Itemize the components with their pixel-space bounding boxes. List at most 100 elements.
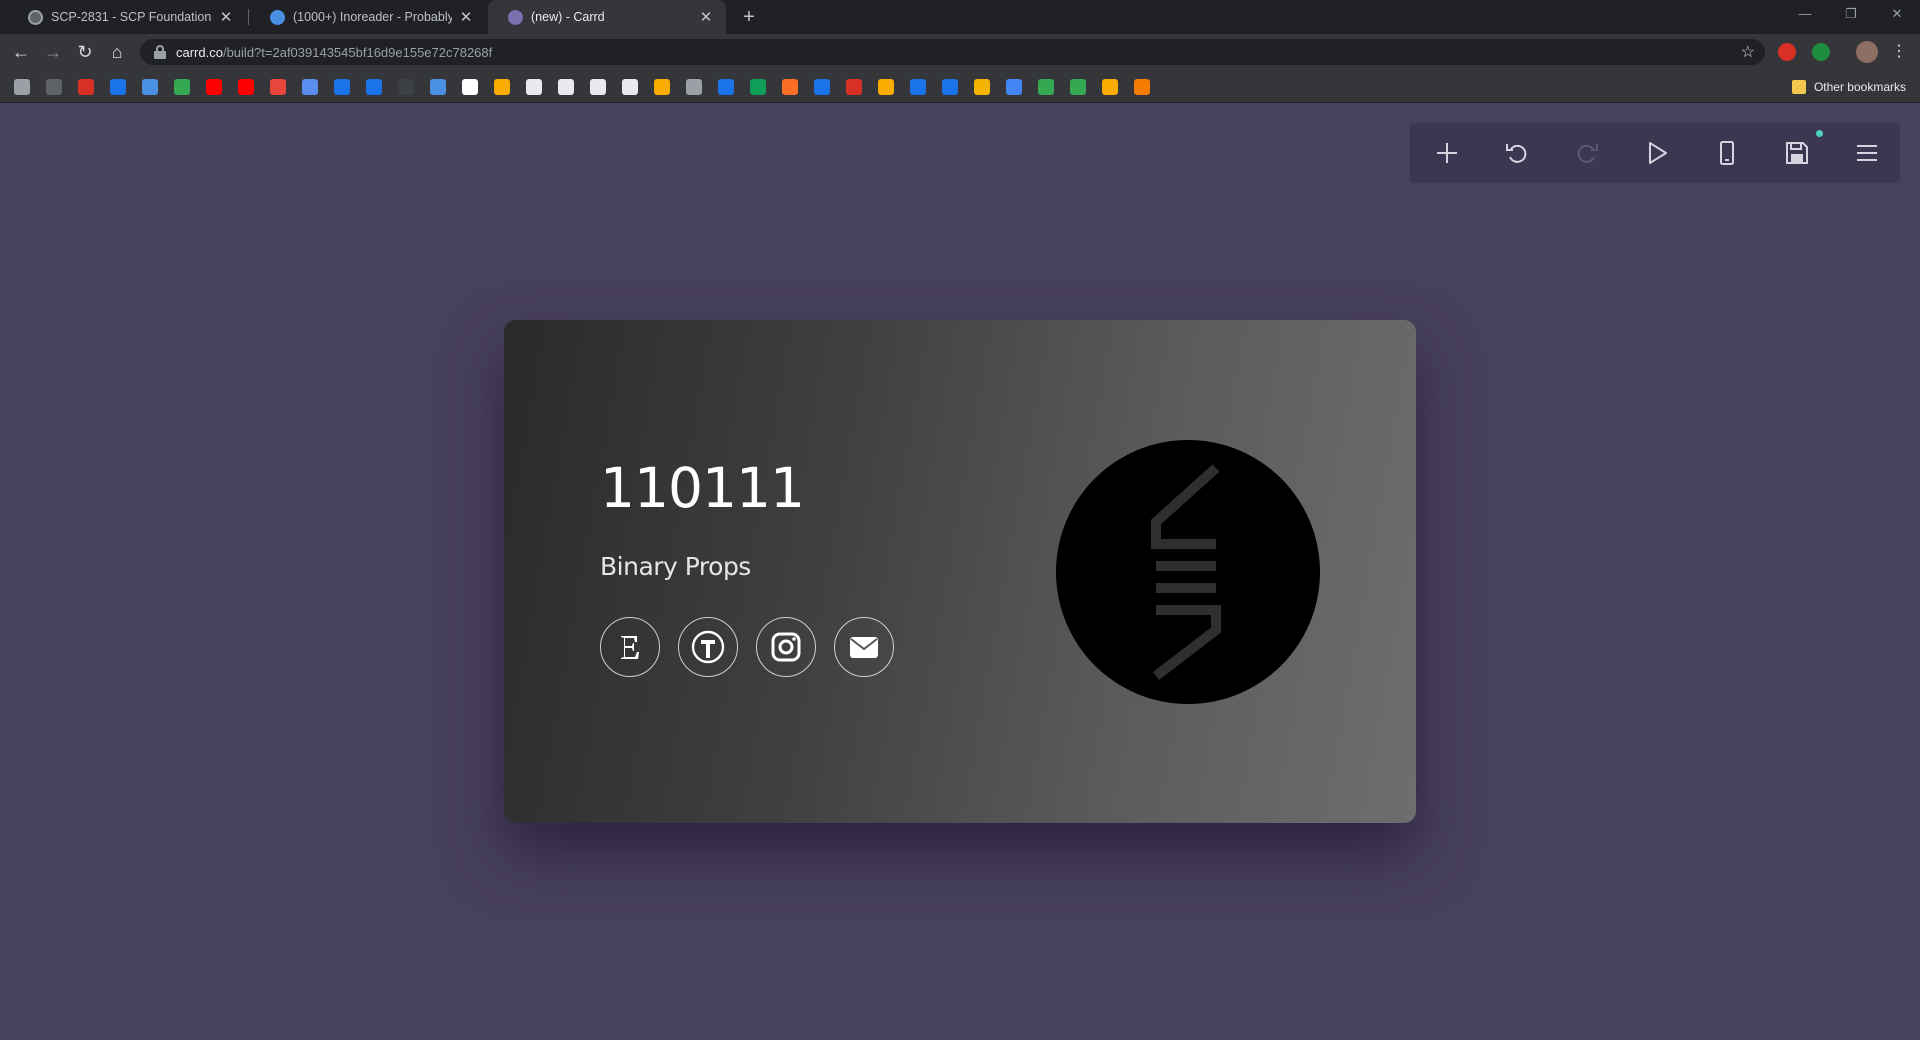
editor-toolbar — [1410, 123, 1900, 183]
bookmark-favicon-icon[interactable] — [1134, 79, 1150, 95]
bookmark-favicon-icon[interactable] — [1006, 79, 1022, 95]
bookmark-favicon-icon[interactable] — [526, 79, 542, 95]
url-text: carrd.co/build?t=2af039143545bf16d9e155e… — [176, 45, 492, 60]
browser-menu-button[interactable]: ⋮ — [1886, 39, 1912, 65]
phone-icon — [1720, 141, 1734, 165]
other-bookmarks-folder[interactable]: Other bookmarks — [1791, 70, 1906, 103]
binary-props-logo-icon — [1151, 464, 1221, 680]
back-button[interactable]: ← — [8, 39, 34, 65]
mobile-view-button[interactable] — [1710, 136, 1744, 170]
unsaved-indicator — [1816, 130, 1823, 137]
tab-strip: SCP-2831 - SCP Foundation ✕ (1000+) Inor… — [0, 0, 1920, 34]
folder-icon — [1791, 79, 1806, 94]
extension-green-icon[interactable] — [1812, 43, 1830, 61]
play-icon — [1649, 142, 1667, 164]
carrd-favicon-icon — [508, 9, 523, 25]
menu-button[interactable] — [1850, 136, 1884, 170]
avatar — [1056, 440, 1320, 704]
bookmark-favicon-icon[interactable] — [78, 79, 94, 95]
restore-button[interactable]: ❐ — [1828, 0, 1874, 30]
bookmark-favicon-icon[interactable] — [46, 79, 62, 95]
bookmark-favicon-icon[interactable] — [494, 79, 510, 95]
bookmark-favicon-icon[interactable] — [366, 79, 382, 95]
instagram-link[interactable] — [756, 617, 816, 677]
tab-scp[interactable]: SCP-2831 - SCP Foundation ✕ — [8, 0, 246, 34]
tumblr-link[interactable] — [678, 617, 738, 677]
bookmark-favicon-icon[interactable] — [910, 79, 926, 95]
redo-button[interactable] — [1570, 136, 1604, 170]
bookmark-favicon-icon[interactable] — [1038, 79, 1054, 95]
extension-adblock-icon[interactable] — [1778, 43, 1796, 61]
undo-icon — [1506, 144, 1527, 163]
browser-toolbar: ← → ↻ ⌂ carrd.co/build?t=2af039143545bf1… — [0, 34, 1920, 70]
bookmark-favicon-icon[interactable] — [814, 79, 830, 95]
tab-carrd[interactable]: (new) - Carrd ✕ — [488, 0, 726, 34]
url-path: /build?t=2af039143545bf16d9e155e72c78268… — [222, 44, 493, 60]
save-button[interactable] — [1780, 136, 1814, 170]
bookmark-favicon-icon[interactable] — [718, 79, 734, 95]
instagram-icon — [771, 632, 801, 662]
undo-button[interactable] — [1500, 136, 1534, 170]
etsy-icon — [621, 636, 639, 659]
bookmark-favicon-icon[interactable] — [334, 79, 350, 95]
inoreader-favicon-icon — [270, 9, 285, 25]
lock-icon[interactable] — [154, 45, 166, 59]
tab-inoreader[interactable]: (1000+) Inoreader - Probably Ba ✕ — [250, 0, 486, 34]
card-subtitle[interactable]: Binary Props — [600, 552, 751, 581]
bookmark-favicon-icon[interactable] — [878, 79, 894, 95]
bookmark-favicon-icon[interactable] — [206, 79, 222, 95]
bookmark-favicon-icon[interactable] — [270, 79, 286, 95]
bookmark-favicon-icon[interactable] — [974, 79, 990, 95]
profile-card[interactable]: 110111 Binary Props — [504, 320, 1416, 823]
bookmark-favicon-icon[interactable] — [110, 79, 126, 95]
bookmark-favicon-icon[interactable] — [750, 79, 766, 95]
bookmark-favicon-icon[interactable] — [622, 79, 638, 95]
bookmark-favicon-icon[interactable] — [462, 79, 478, 95]
reload-button[interactable]: ↻ — [72, 39, 98, 65]
close-tab-icon[interactable]: ✕ — [218, 8, 234, 26]
bookmark-favicon-icon[interactable] — [142, 79, 158, 95]
bookmark-favicon-icon[interactable] — [654, 79, 670, 95]
redo-icon — [1577, 144, 1598, 163]
url-host: carrd.co — [176, 44, 223, 60]
other-bookmarks-label: Other bookmarks — [1813, 79, 1906, 94]
bookmark-favicon-icon[interactable] — [174, 79, 190, 95]
card-title[interactable]: 110111 — [600, 456, 805, 520]
menu-icon — [1857, 145, 1877, 161]
add-element-button[interactable] — [1430, 136, 1464, 170]
email-icon — [850, 637, 878, 658]
minimize-button[interactable]: — — [1782, 0, 1828, 30]
bookmark-favicon-icon[interactable] — [846, 79, 862, 95]
email-link[interactable] — [834, 617, 894, 677]
forward-button[interactable]: → — [40, 39, 66, 65]
bookmark-favicon-icon[interactable] — [558, 79, 574, 95]
bookmark-favicon-icon[interactable] — [1070, 79, 1086, 95]
home-button[interactable]: ⌂ — [104, 39, 130, 65]
preview-button[interactable] — [1640, 136, 1674, 170]
bookmark-favicon-icon[interactable] — [942, 79, 958, 95]
bookmark-favicon-icon[interactable] — [238, 79, 254, 95]
bookmark-favicon-icon[interactable] — [302, 79, 318, 95]
bookmark-favicon-icon[interactable] — [430, 79, 446, 95]
new-tab-button[interactable]: + — [736, 4, 762, 30]
close-window-button[interactable]: ✕ — [1874, 0, 1920, 30]
bookmark-favicon-icon[interactable] — [1102, 79, 1118, 95]
bookmark-favicon-icon[interactable] — [590, 79, 606, 95]
close-tab-icon[interactable]: ✕ — [698, 8, 714, 26]
bookmark-star-icon[interactable]: ☆ — [1741, 42, 1755, 62]
save-icon — [1786, 142, 1808, 164]
etsy-link[interactable] — [600, 617, 660, 677]
address-bar[interactable]: carrd.co/build?t=2af039143545bf16d9e155e… — [140, 39, 1765, 65]
tab-title: (new) - Carrd — [531, 10, 605, 24]
tab-title: (1000+) Inoreader - Probably Ba — [293, 10, 452, 24]
profile-avatar[interactable] — [1856, 41, 1878, 63]
plus-icon — [1437, 143, 1457, 163]
tab-divider — [248, 9, 249, 25]
tumblr-icon — [691, 630, 725, 664]
bookmark-favicon-icon[interactable] — [14, 79, 30, 95]
tab-title: SCP-2831 - SCP Foundation — [51, 10, 212, 24]
close-tab-icon[interactable]: ✕ — [458, 8, 474, 26]
bookmark-favicon-icon[interactable] — [782, 79, 798, 95]
bookmark-favicon-icon[interactable] — [398, 79, 414, 95]
bookmark-favicon-icon[interactable] — [686, 79, 702, 95]
